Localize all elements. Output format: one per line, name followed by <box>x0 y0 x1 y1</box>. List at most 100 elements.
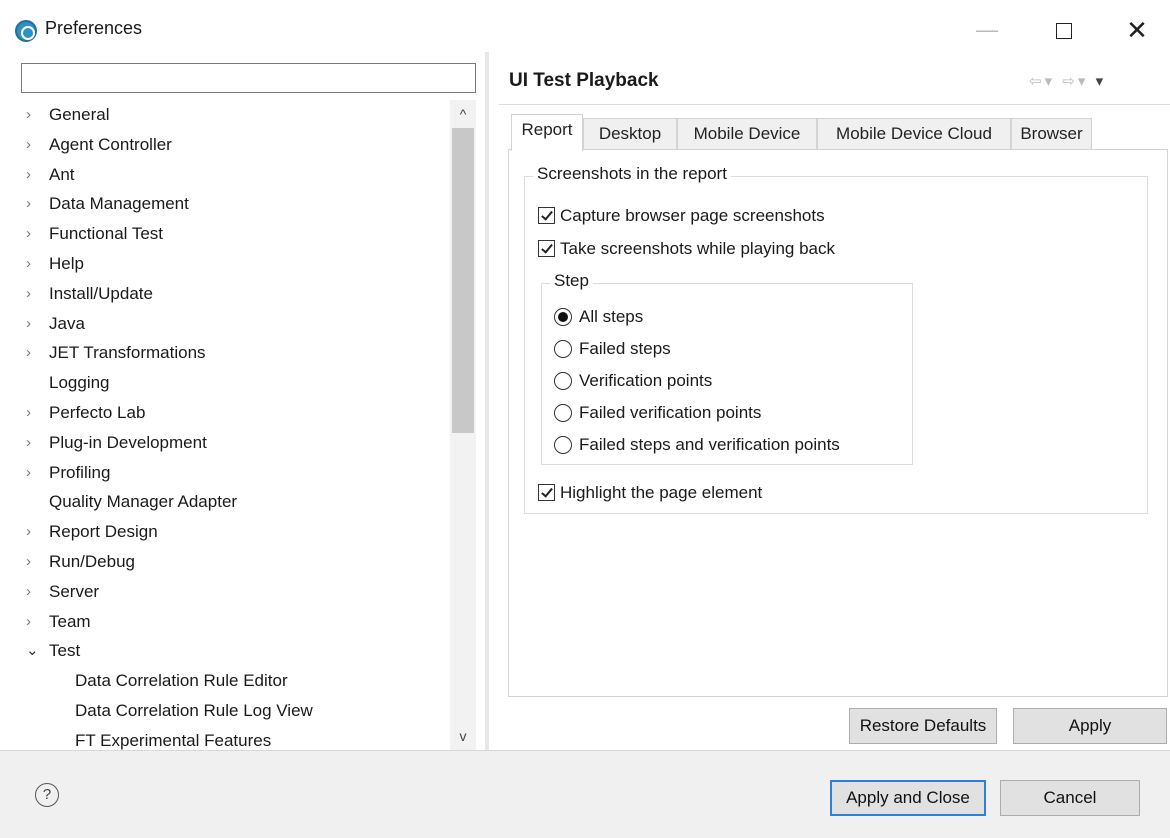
chevron-right-icon[interactable]: › <box>26 428 40 458</box>
tree-item-label: Help <box>49 253 84 273</box>
checkbox-box[interactable] <box>538 484 555 501</box>
chevron-right-icon[interactable]: › <box>26 398 40 428</box>
radio-button[interactable] <box>554 340 572 358</box>
tree-item[interactable]: Logging <box>0 368 450 398</box>
chevron-right-icon[interactable]: › <box>26 338 40 368</box>
tree-item-label: General <box>49 105 110 124</box>
view-menu-icon[interactable]: ▾ <box>1096 73 1107 90</box>
chevron-right-icon[interactable]: › <box>26 279 40 309</box>
chevron-right-icon[interactable]: › <box>26 607 40 637</box>
tree-item[interactable]: › Data Management <box>0 189 450 219</box>
tab-report[interactable]: Report <box>511 114 583 151</box>
tab-browser[interactable]: Browser <box>1011 118 1092 150</box>
scrollbar-thumb[interactable] <box>452 128 474 433</box>
tree-item[interactable]: Data Correlation Rule Log View <box>0 696 450 726</box>
tree-item-label: Perfecto Lab <box>49 402 146 422</box>
tree-item-label: Logging <box>49 373 110 393</box>
apply-and-close-button[interactable]: Apply and Close <box>830 780 986 816</box>
help-icon[interactable]: ? <box>35 783 59 807</box>
group-title: Screenshots in the report <box>533 164 731 184</box>
chevron-right-icon[interactable]: › <box>26 130 40 160</box>
screenshots-group: Screenshots in the report Capture browse… <box>524 164 1148 514</box>
radio-label: All steps <box>579 307 644 326</box>
tree-scrollbar[interactable]: ^ v <box>450 100 476 750</box>
chevron-right-icon[interactable]: › <box>26 160 40 190</box>
radio-button[interactable] <box>554 404 572 422</box>
tree-item[interactable]: › Perfecto Lab <box>0 398 450 428</box>
chevron-down-icon[interactable]: ⌄ <box>26 636 40 666</box>
tree-item[interactable]: FT Experimental Features <box>0 726 450 750</box>
chevron-right-icon[interactable]: › <box>26 547 40 577</box>
preference-page: UI Test Playback ⇦▾ ⇨▾ ▾ Report Desktop … <box>489 52 1170 750</box>
tree-item-label: Quality Manager Adapter <box>49 492 238 512</box>
preference-tree-pane: › General › Agent Controller › Ant › Data Manag… <box>0 52 485 750</box>
tree-item-label: Report Design <box>49 522 158 542</box>
tree-item-label: Test <box>49 641 81 661</box>
scroll-down-icon[interactable]: v <box>450 724 476 748</box>
radio-label: Failed verification points <box>579 403 762 422</box>
chevron-right-icon[interactable]: › <box>26 189 40 219</box>
tree-item-label: JET Transformations <box>49 343 206 363</box>
checkbox-label: Capture browser page screenshots <box>560 206 825 225</box>
tree-item[interactable]: › Team <box>0 607 450 637</box>
tree-item-label: Team <box>49 611 91 631</box>
tree-item[interactable]: › Java <box>0 309 450 339</box>
restore-defaults-button[interactable]: Restore Defaults <box>849 708 997 744</box>
tree-item[interactable]: › Install/Update <box>0 279 450 309</box>
maximize-button[interactable] <box>1042 10 1086 50</box>
tree-item[interactable]: › Agent Controller <box>0 130 450 160</box>
checkbox-box[interactable] <box>538 240 555 257</box>
tab-mobile-device[interactable]: Mobile Device <box>677 118 817 150</box>
dialog-button-bar: ? Apply and Close Cancel <box>0 750 1170 838</box>
tree-item[interactable]: › JET Transformations <box>0 338 450 368</box>
checkbox-label: Take screenshots while playing back <box>560 239 835 258</box>
back-arrow-icon[interactable]: ⇦▾ <box>1029 73 1055 90</box>
tree-item[interactable]: › Functional Test <box>0 219 450 249</box>
tree-item[interactable]: › Plug-in Development <box>0 428 450 458</box>
chevron-right-icon[interactable]: › <box>26 577 40 607</box>
tree-item[interactable]: Data Correlation Rule Editor <box>0 666 450 696</box>
close-button[interactable]: ✕ <box>1115 10 1159 50</box>
minimize-button[interactable]: — <box>965 10 1009 50</box>
tree-item-label: Run/Debug <box>49 551 136 571</box>
window-title: Preferences <box>45 18 143 38</box>
tree-item[interactable]: › Help <box>0 249 450 279</box>
tree-item[interactable]: › Run/Debug <box>0 547 450 577</box>
tree-item[interactable]: ⌄ Test <box>0 636 450 666</box>
tree-item[interactable]: › Report Design <box>0 517 450 547</box>
filter-input[interactable] <box>21 63 476 93</box>
radio-button[interactable] <box>554 372 572 390</box>
tree-item-label: Agent Controller <box>49 134 172 154</box>
history-navigation[interactable]: ⇦▾ ⇨▾ ▾ <box>1029 72 1106 90</box>
forward-arrow-icon[interactable]: ⇨▾ <box>1062 73 1088 90</box>
tree-item-label: Java <box>49 313 85 333</box>
cancel-button[interactable]: Cancel <box>1000 780 1140 816</box>
radio-label: Failed steps and verification points <box>579 435 840 454</box>
step-group: Step All steps Failed steps Verification p… <box>541 271 913 465</box>
preference-tree: › General › Agent Controller › Ant › Data Manag… <box>0 100 450 750</box>
tree-item-label: Data Correlation Rule Editor <box>75 671 288 691</box>
chevron-right-icon[interactable]: › <box>26 219 40 249</box>
tree-item-label: Plug-in Development <box>49 432 207 452</box>
tree-item[interactable]: › Ant <box>0 160 450 190</box>
chevron-right-icon[interactable]: › <box>26 249 40 279</box>
radio-label: Verification points <box>579 371 713 390</box>
apply-button[interactable]: Apply <box>1013 708 1167 744</box>
tab-mobile-device-cloud[interactable]: Mobile Device Cloud <box>817 118 1011 150</box>
chevron-right-icon[interactable]: › <box>26 309 40 339</box>
scroll-up-icon[interactable]: ^ <box>450 102 476 126</box>
chevron-right-icon[interactable]: › <box>26 458 40 488</box>
tab-desktop[interactable]: Desktop <box>583 118 677 150</box>
maximize-icon <box>1056 23 1072 40</box>
checkbox-box[interactable] <box>538 207 555 224</box>
tree-item-label: Data Management <box>49 194 189 214</box>
radio-button[interactable] <box>554 308 572 326</box>
radio-button[interactable] <box>554 436 572 454</box>
tree-item[interactable]: Quality Manager Adapter <box>0 487 450 517</box>
chevron-right-icon[interactable]: › <box>26 517 40 547</box>
app-icon <box>15 20 37 42</box>
tree-item[interactable]: › Server <box>0 577 450 607</box>
tree-item[interactable]: › General <box>0 100 450 130</box>
tree-item[interactable]: › Profiling <box>0 458 450 488</box>
chevron-right-icon[interactable]: › <box>26 100 40 130</box>
